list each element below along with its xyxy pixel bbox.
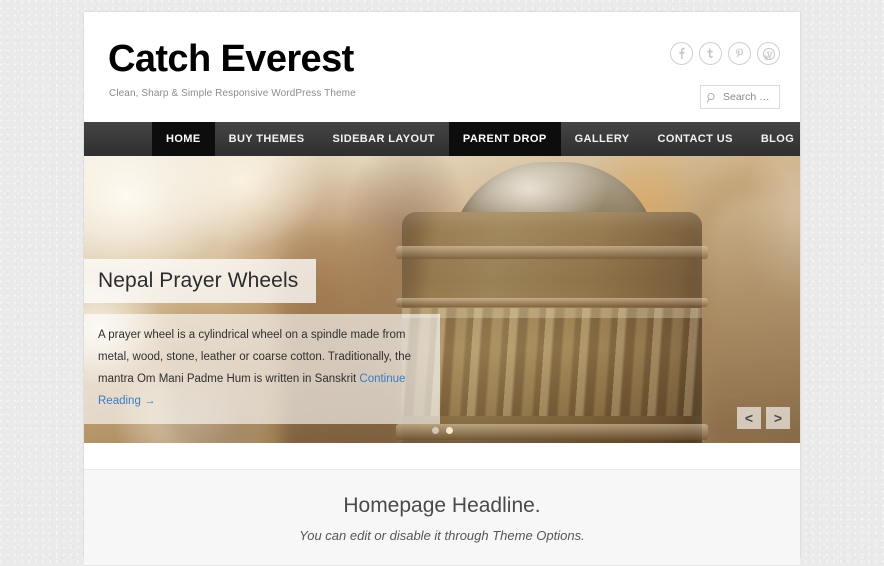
slider-arrows: < >	[737, 407, 790, 429]
site-title[interactable]: Catch Everest	[108, 40, 354, 78]
slide-description: A prayer wheel is a cylindrical wheel on…	[98, 324, 426, 412]
nav-item-gallery[interactable]: GALLERY	[561, 122, 644, 156]
pager-dot-2[interactable]	[445, 427, 453, 434]
site-wrapper: Catch Everest Clean, Sharp & Simple Resp…	[84, 12, 800, 566]
main-navigation: HOME BUY THEMES SIDEBAR LAYOUT PARENT DR…	[84, 122, 800, 156]
prayer-wheel-body	[396, 212, 708, 443]
homepage-headline-subtitle: You can edit or disable it through Theme…	[299, 528, 585, 543]
twitter-icon[interactable]	[699, 42, 722, 65]
slide-description-box: A prayer wheel is a cylindrical wheel on…	[84, 314, 440, 424]
pinterest-icon[interactable]	[728, 42, 751, 65]
slide-title[interactable]: Nepal Prayer Wheels	[98, 270, 298, 291]
wheel-rim-middle	[396, 298, 708, 307]
social-icons	[670, 42, 780, 65]
nav-item-sidebar-layout[interactable]: SIDEBAR LAYOUT	[319, 122, 449, 156]
pager-dot-1[interactable]	[431, 427, 439, 434]
slider-pager	[84, 427, 800, 434]
slider-prev-button[interactable]: <	[737, 407, 761, 429]
slider-next-button[interactable]: >	[766, 407, 790, 429]
nav-item-buy-themes[interactable]: BUY THEMES	[215, 122, 319, 156]
site-header: Catch Everest Clean, Sharp & Simple Resp…	[84, 12, 800, 122]
homepage-headline-title: Homepage Headline.	[343, 494, 541, 517]
nav-item-blog[interactable]: BLOG	[747, 122, 808, 156]
search-form[interactable]	[700, 85, 780, 109]
background-wheel-right	[708, 196, 800, 443]
search-input[interactable]	[721, 90, 774, 104]
nav-item-contact-us[interactable]: CONTACT US	[644, 122, 747, 156]
featured-slider: Nepal Prayer Wheels A prayer wheel is a …	[84, 156, 800, 443]
homepage-headline-section: Homepage Headline. You can edit or disab…	[84, 469, 800, 566]
wheel-engraving	[402, 308, 702, 416]
nav-item-parent-drop[interactable]: PARENT DROP	[448, 122, 561, 156]
facebook-icon[interactable]	[670, 42, 693, 65]
slide-title-box: Nepal Prayer Wheels	[84, 259, 317, 303]
search-icon	[706, 91, 718, 103]
nav-item-home[interactable]: HOME	[152, 122, 215, 156]
site-description: Clean, Sharp & Simple Responsive WordPre…	[109, 88, 356, 99]
wheel-rim-top	[396, 246, 708, 259]
wordpress-icon[interactable]	[757, 42, 780, 65]
